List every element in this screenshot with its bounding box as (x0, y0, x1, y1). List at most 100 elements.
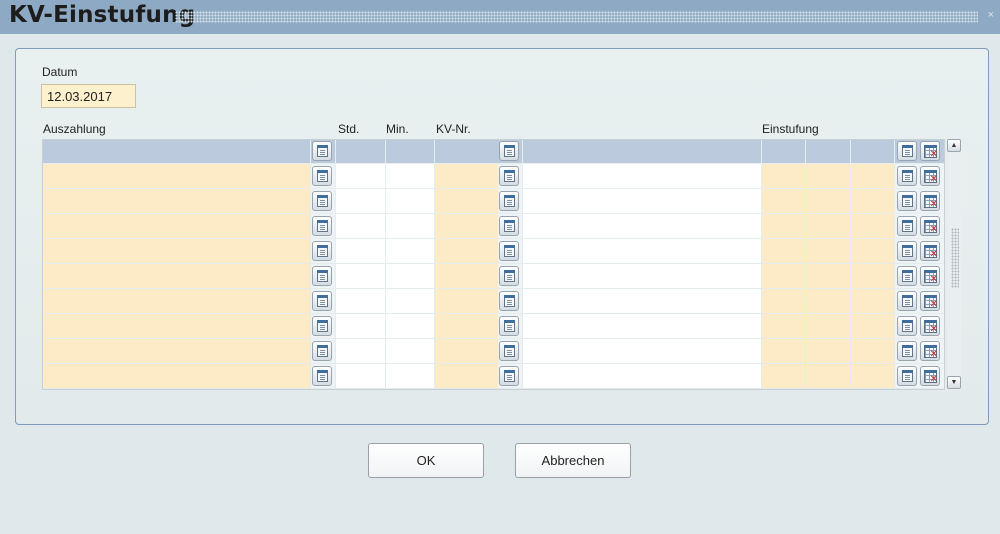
min-cell[interactable] (386, 339, 434, 363)
auszahlung-cell[interactable] (43, 339, 310, 363)
kv-nr-cell[interactable] (435, 264, 498, 288)
einstufung-cell-3[interactable] (851, 314, 894, 338)
std-cell[interactable] (336, 364, 385, 388)
std-cell[interactable] (336, 164, 385, 188)
einstufung-cell-2[interactable] (806, 339, 850, 363)
einstufung-lookup-button[interactable] (897, 241, 917, 261)
kv-nr-cell[interactable] (435, 214, 498, 238)
einstufung-lookup-button[interactable] (897, 316, 917, 336)
kv-nr-cell[interactable] (435, 189, 498, 213)
kv-description-cell[interactable] (523, 264, 761, 288)
einstufung-cell-1[interactable] (762, 164, 805, 188)
scroll-up-button[interactable]: ▲ (947, 139, 961, 152)
einstufung-cell-1[interactable] (762, 339, 805, 363)
std-cell[interactable] (336, 214, 385, 238)
kv-nr-lookup-button[interactable] (499, 216, 519, 236)
einstufung-cell-3[interactable] (851, 164, 894, 188)
min-cell[interactable] (386, 139, 434, 163)
scroll-down-button[interactable]: ▼ (947, 376, 961, 389)
einstufung-cell-1[interactable] (762, 189, 805, 213)
kv-nr-cell[interactable] (435, 314, 498, 338)
min-cell[interactable] (386, 364, 434, 388)
auszahlung-lookup-button[interactable] (312, 191, 332, 211)
auszahlung-lookup-button[interactable] (312, 166, 332, 186)
einstufung-cell-3[interactable] (851, 239, 894, 263)
min-cell[interactable] (386, 314, 434, 338)
einstufung-cell-2[interactable] (806, 239, 850, 263)
std-cell[interactable] (336, 264, 385, 288)
einstufung-cell-2[interactable] (806, 164, 850, 188)
einstufung-cell-2[interactable] (806, 214, 850, 238)
auszahlung-lookup-button[interactable] (312, 291, 332, 311)
kv-nr-cell[interactable] (435, 164, 498, 188)
auszahlung-cell[interactable] (43, 139, 310, 163)
kv-nr-cell[interactable] (435, 289, 498, 313)
close-icon[interactable]: × (988, 9, 994, 21)
einstufung-lookup-button[interactable] (897, 341, 917, 361)
delete-row-button[interactable]: ✕ (920, 291, 940, 311)
einstufung-cell-1[interactable] (762, 264, 805, 288)
kv-nr-lookup-button[interactable] (499, 366, 519, 386)
einstufung-lookup-button[interactable] (897, 216, 917, 236)
auszahlung-cell[interactable] (43, 164, 310, 188)
auszahlung-lookup-button[interactable] (312, 241, 332, 261)
einstufung-cell-3[interactable] (851, 339, 894, 363)
delete-row-button[interactable]: ✕ (920, 241, 940, 261)
kv-nr-lookup-button[interactable] (499, 316, 519, 336)
einstufung-lookup-button[interactable] (897, 141, 917, 161)
auszahlung-cell[interactable] (43, 264, 310, 288)
kv-nr-lookup-button[interactable] (499, 291, 519, 311)
einstufung-cell-3[interactable] (851, 139, 894, 163)
kv-description-cell[interactable] (523, 289, 761, 313)
auszahlung-lookup-button[interactable] (312, 366, 332, 386)
einstufung-cell-2[interactable] (806, 264, 850, 288)
kv-nr-cell[interactable] (435, 239, 498, 263)
einstufung-cell-3[interactable] (851, 364, 894, 388)
kv-description-cell[interactable] (523, 189, 761, 213)
cancel-button[interactable]: Abbrechen (515, 443, 631, 478)
delete-row-button[interactable]: ✕ (920, 366, 940, 386)
einstufung-cell-2[interactable] (806, 364, 850, 388)
einstufung-cell-2[interactable] (806, 139, 850, 163)
kv-nr-cell[interactable] (435, 139, 498, 163)
einstufung-cell-3[interactable] (851, 214, 894, 238)
auszahlung-cell[interactable] (43, 189, 310, 213)
einstufung-cell-1[interactable] (762, 314, 805, 338)
einstufung-cell-3[interactable] (851, 189, 894, 213)
einstufung-lookup-button[interactable] (897, 166, 917, 186)
min-cell[interactable] (386, 214, 434, 238)
auszahlung-cell[interactable] (43, 239, 310, 263)
delete-row-button[interactable]: ✕ (920, 191, 940, 211)
min-cell[interactable] (386, 189, 434, 213)
auszahlung-lookup-button[interactable] (312, 216, 332, 236)
einstufung-cell-2[interactable] (806, 189, 850, 213)
kv-nr-cell[interactable] (435, 339, 498, 363)
std-cell[interactable] (336, 189, 385, 213)
einstufung-cell-3[interactable] (851, 289, 894, 313)
einstufung-cell-1[interactable] (762, 139, 805, 163)
auszahlung-cell[interactable] (43, 214, 310, 238)
datum-field[interactable]: 12.03.2017 (41, 84, 136, 108)
min-cell[interactable] (386, 164, 434, 188)
kv-nr-cell[interactable] (435, 364, 498, 388)
auszahlung-lookup-button[interactable] (312, 316, 332, 336)
kv-nr-lookup-button[interactable] (499, 241, 519, 261)
kv-nr-lookup-button[interactable] (499, 191, 519, 211)
einstufung-cell-2[interactable] (806, 289, 850, 313)
einstufung-cell-3[interactable] (851, 264, 894, 288)
einstufung-cell-1[interactable] (762, 364, 805, 388)
std-cell[interactable] (336, 289, 385, 313)
min-cell[interactable] (386, 289, 434, 313)
kv-description-cell[interactable] (523, 314, 761, 338)
einstufung-cell-1[interactable] (762, 289, 805, 313)
kv-nr-lookup-button[interactable] (499, 341, 519, 361)
kv-description-cell[interactable] (523, 214, 761, 238)
kv-description-cell[interactable] (523, 139, 761, 163)
einstufung-lookup-button[interactable] (897, 266, 917, 286)
min-cell[interactable] (386, 239, 434, 263)
auszahlung-cell[interactable] (43, 364, 310, 388)
delete-row-button[interactable]: ✕ (920, 166, 940, 186)
einstufung-cell-1[interactable] (762, 214, 805, 238)
delete-row-button[interactable]: ✕ (920, 341, 940, 361)
kv-description-cell[interactable] (523, 364, 761, 388)
